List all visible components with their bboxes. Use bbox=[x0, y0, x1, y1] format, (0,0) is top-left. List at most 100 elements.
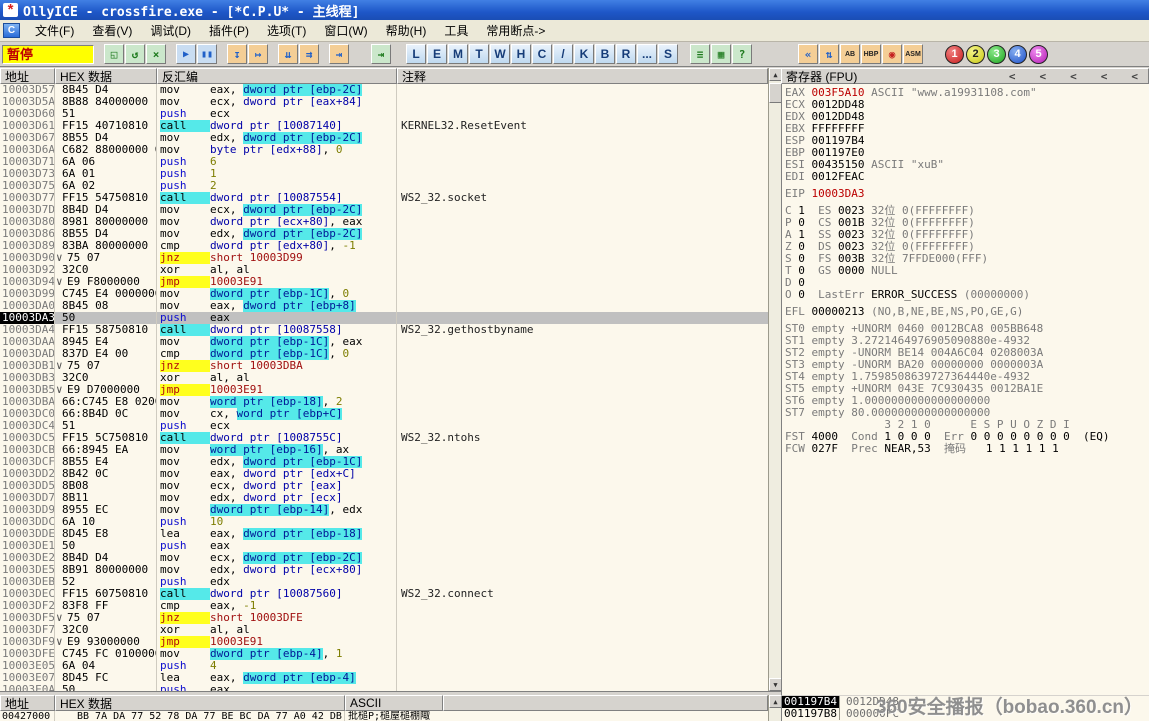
registers-panel[interactable]: EAX 003F5A10 ASCII "www.a19931108.com"EC… bbox=[781, 84, 1149, 695]
menu-item-file[interactable]: 文件(F) bbox=[26, 20, 83, 41]
disasm-row[interactable]: 10003DF732C0xoral, al bbox=[0, 624, 768, 636]
register-line[interactable]: EDI 0012FEAC bbox=[782, 171, 1149, 183]
disasm-row[interactable]: 10003DAA8945 E4movdword ptr [ebp-1C], ea… bbox=[0, 336, 768, 348]
disasm-row[interactable]: 10003DB5∨E9 D7000000jmp10003E91 bbox=[0, 384, 768, 396]
disasm-row[interactable]: 10003DE150pusheax bbox=[0, 540, 768, 552]
disasm-row[interactable]: 10003DC451pushecx bbox=[0, 420, 768, 432]
call-stack-panel-button[interactable]: K bbox=[574, 44, 594, 64]
highlight-scheme-2-button[interactable]: 2 bbox=[966, 45, 985, 64]
disasm-row[interactable]: 10003DC066:8B4D 0Cmovcx, word ptr [ebp+C… bbox=[0, 408, 768, 420]
breakpoints-panel-button[interactable]: B bbox=[595, 44, 615, 64]
dump-row[interactable]: 00427000 BB 7A DA 77 52 78 DA 77 BE BC D… bbox=[0, 711, 768, 721]
disasm-row[interactable]: 10003DF5∨75 07jnzshort 10003DFE bbox=[0, 612, 768, 624]
appearance-button[interactable]: ▦ bbox=[711, 44, 731, 64]
disasm-row[interactable]: 10003D5A8B88 84000000movecx, dword ptr [… bbox=[0, 96, 768, 108]
disasm-row[interactable]: 10003D868B55 D4movedx, dword ptr [ebp-2C… bbox=[0, 228, 768, 240]
disasm-row[interactable]: 10003DE58B91 80000000movedx, dword ptr [… bbox=[0, 564, 768, 576]
disasm-row[interactable]: 10003DE28B4D D4movecx, dword ptr [ebp-2C… bbox=[0, 552, 768, 564]
handles-panel-button[interactable]: H bbox=[511, 44, 531, 64]
disasm-row[interactable]: 10003E0A50pusheax bbox=[0, 684, 768, 691]
dump-scrollbar[interactable]: ▲ bbox=[768, 695, 781, 721]
mdi-child-icon[interactable]: C bbox=[3, 23, 20, 38]
disasm-row[interactable]: 10003DECFF15 60750810calldword ptr [1008… bbox=[0, 588, 768, 600]
menu-item-options[interactable]: 选项(T) bbox=[258, 20, 315, 41]
disasm-row[interactable]: 10003D99C745 E4 00000000movdword ptr [eb… bbox=[0, 288, 768, 300]
disasm-row[interactable]: 10003DB1∨75 07jnzshort 10003DBA bbox=[0, 360, 768, 372]
disasm-row[interactable]: 10003D6AC682 88000000 00movbyte ptr [edx… bbox=[0, 144, 768, 156]
help-button[interactable]: ? bbox=[732, 44, 752, 64]
menu-item-common-breakpoints[interactable]: 常用断点-> bbox=[477, 20, 554, 41]
animate-over-button[interactable]: ⇉ bbox=[299, 44, 319, 64]
disasm-row[interactable]: 10003D8983BA 80000000 FFcmpdword ptr [ed… bbox=[0, 240, 768, 252]
menu-item-tools[interactable]: 工具 bbox=[435, 20, 477, 41]
highlight-scheme-5-button[interactable]: 5 bbox=[1029, 45, 1048, 64]
menu-item-plugins[interactable]: 插件(P) bbox=[200, 20, 258, 41]
disasm-row[interactable]: 10003D7D8B4D D4movecx, dword ptr [ebp-2C… bbox=[0, 204, 768, 216]
register-line[interactable]: T 0 GS 0000 NULL bbox=[782, 265, 1149, 277]
disasm-row[interactable]: 10003DAD837D E4 00cmpdword ptr [ebp-1C],… bbox=[0, 348, 768, 360]
register-line[interactable]: FCW 027F Prec NEAR,53 掩码 1 1 1 1 1 1 bbox=[782, 443, 1149, 455]
references-panel-button[interactable]: R bbox=[616, 44, 636, 64]
register-line[interactable]: O 0 LastErr ERROR_SUCCESS (00000000) bbox=[782, 289, 1149, 301]
jump-back-button[interactable]: « bbox=[798, 44, 818, 64]
dump-panel[interactable]: 00427000 BB 7A DA 77 52 78 DA 77 BE BC D… bbox=[0, 711, 768, 721]
disasm-row[interactable]: 10003DD78B11movedx, dword ptr [ecx] bbox=[0, 492, 768, 504]
menu-item-window[interactable]: 窗口(W) bbox=[315, 20, 376, 41]
close-program-button[interactable]: × bbox=[146, 44, 166, 64]
disasm-row[interactable]: 10003DEB52pushedx bbox=[0, 576, 768, 588]
register-line[interactable]: EFL 00000213 (NO,B,NE,BE,NS,PO,GE,G) bbox=[782, 306, 1149, 318]
executables-panel-button[interactable]: E bbox=[427, 44, 447, 64]
memory-panel-button[interactable]: M bbox=[448, 44, 468, 64]
stack-row[interactable]: 001197B8000000FC bbox=[782, 708, 1149, 720]
disasm-row[interactable]: 10003DA08B45 08moveax, dword ptr [ebp+8] bbox=[0, 300, 768, 312]
last-target-button[interactable]: ◉ bbox=[882, 44, 902, 64]
asm-edit-button[interactable]: ASM bbox=[903, 44, 923, 64]
disasm-row[interactable]: 10003E078D45 FCleaeax, dword ptr [ebp-4] bbox=[0, 672, 768, 684]
disasm-row[interactable]: 10003D77FF15 54750810calldword ptr [1008… bbox=[0, 192, 768, 204]
trace-up-down-button[interactable]: ⇅ bbox=[819, 44, 839, 64]
ab-compare-button[interactable]: AB bbox=[840, 44, 860, 64]
stack-row[interactable]: 001197B40012DD48 bbox=[782, 696, 1149, 708]
source-panel-button[interactable]: S bbox=[658, 44, 678, 64]
open-file-button[interactable]: ◱ bbox=[104, 44, 124, 64]
highlight-scheme-3-button[interactable]: 3 bbox=[987, 45, 1006, 64]
pane-chevron-icon-5[interactable]: < bbox=[1131, 70, 1138, 83]
disasm-row[interactable]: 10003DDC6A 10push10 bbox=[0, 516, 768, 528]
disasm-row[interactable]: 10003D90∨75 07jnzshort 10003D99 bbox=[0, 252, 768, 264]
pane-chevron-icon-4[interactable]: < bbox=[1101, 70, 1108, 83]
disasm-row[interactable]: 10003E056A 04push4 bbox=[0, 660, 768, 672]
threads-panel-button[interactable]: T bbox=[469, 44, 489, 64]
step-over-button[interactable]: ↦ bbox=[248, 44, 268, 64]
run-button[interactable]: ▶ bbox=[176, 44, 196, 64]
goto-address-button[interactable]: ⇥ bbox=[371, 44, 391, 64]
menu-item-debug[interactable]: 调试(D) bbox=[141, 20, 200, 41]
hardware-breakpoint-button[interactable]: HBP bbox=[861, 44, 881, 64]
menu-item-view[interactable]: 查看(V) bbox=[83, 20, 141, 41]
disasm-row[interactable]: 10003D808981 80000000movdword ptr [ecx+8… bbox=[0, 216, 768, 228]
pane-chevron-icon-3[interactable]: < bbox=[1070, 70, 1077, 83]
disasm-row[interactable]: 10003DD28B42 0Cmoveax, dword ptr [edx+C] bbox=[0, 468, 768, 480]
highlight-scheme-4-button[interactable]: 4 bbox=[1008, 45, 1027, 64]
disasm-row[interactable]: 10003DBA66:C745 E8 0200movword ptr [ebp-… bbox=[0, 396, 768, 408]
cpu-panel-button[interactable]: C bbox=[532, 44, 552, 64]
disasm-row[interactable]: 10003DA350pusheax bbox=[0, 312, 768, 324]
disasm-row[interactable]: 10003DB332C0xoral, al bbox=[0, 372, 768, 384]
disasm-row[interactable]: 10003D756A 02push2 bbox=[0, 180, 768, 192]
patches-panel-button[interactable]: / bbox=[553, 44, 573, 64]
disasm-row[interactable]: 10003DD58B08movecx, dword ptr [eax] bbox=[0, 480, 768, 492]
disassembly-panel[interactable]: 10003D578B45 D4moveax, dword ptr [ebp-2C… bbox=[0, 84, 768, 691]
disasm-row[interactable]: 10003D6051pushecx bbox=[0, 108, 768, 120]
disasm-row[interactable]: 10003DCF8B55 E4movedx, dword ptr [ebp-1C… bbox=[0, 456, 768, 468]
disasm-row[interactable]: 10003DA4FF15 58750810calldword ptr [1008… bbox=[0, 324, 768, 336]
stack-panel[interactable]: 001197B40012DD48001197B8000000FC bbox=[781, 696, 1149, 721]
restart-button[interactable]: ↺ bbox=[125, 44, 145, 64]
disasm-row[interactable]: 10003D61FF15 40710810calldword ptr [1008… bbox=[0, 120, 768, 132]
disasm-row[interactable]: 10003D678B55 D4movedx, dword ptr [ebp-2C… bbox=[0, 132, 768, 144]
log-panel-button[interactable]: L bbox=[406, 44, 426, 64]
pause-button[interactable]: ▮▮ bbox=[197, 44, 217, 64]
disasm-row[interactable]: 10003D94∨E9 F8000000jmp10003E91 bbox=[0, 276, 768, 288]
disasm-row[interactable]: 10003DF283F8 FFcmpeax, -1 bbox=[0, 600, 768, 612]
animate-into-button[interactable]: ⇊ bbox=[278, 44, 298, 64]
disasm-row[interactable]: 10003D578B45 D4moveax, dword ptr [ebp-2C… bbox=[0, 84, 768, 96]
disasm-scrollbar[interactable]: ▲ ▼ bbox=[768, 68, 781, 691]
